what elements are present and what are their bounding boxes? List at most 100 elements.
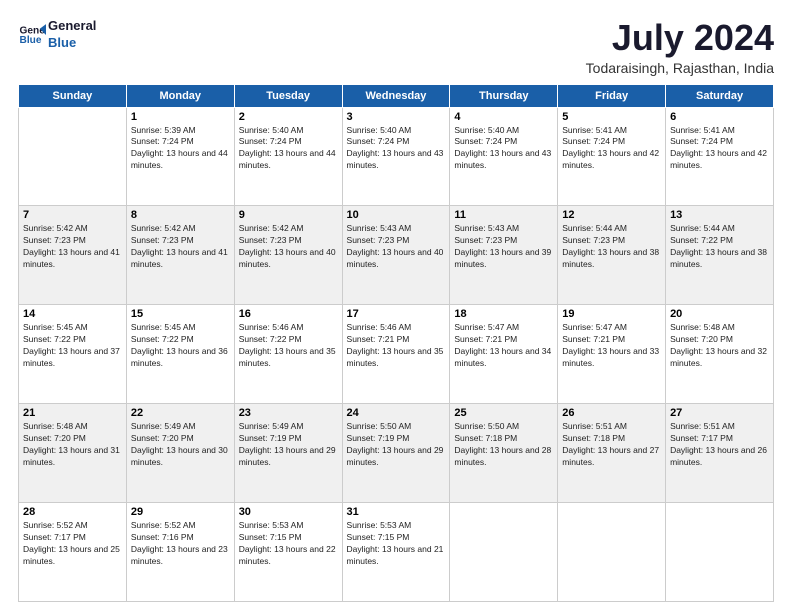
- day-number: 6: [670, 111, 769, 123]
- calendar-week-row: 14 Sunrise: 5:45 AM Sunset: 7:22 PM Dayl…: [19, 305, 774, 404]
- day-number: 17: [347, 308, 446, 320]
- weekday-header: Monday: [126, 84, 234, 107]
- day-info: Sunrise: 5:42 AM Sunset: 7:23 PM Dayligh…: [239, 223, 338, 271]
- calendar-cell: 27 Sunrise: 5:51 AM Sunset: 7:17 PM Dayl…: [666, 404, 774, 503]
- calendar-table: SundayMondayTuesdayWednesdayThursdayFrid…: [18, 84, 774, 602]
- day-number: 26: [562, 407, 661, 419]
- logo-general: General: [48, 18, 96, 35]
- calendar-cell: 14 Sunrise: 5:45 AM Sunset: 7:22 PM Dayl…: [19, 305, 127, 404]
- weekday-header: Thursday: [450, 84, 558, 107]
- day-info: Sunrise: 5:42 AM Sunset: 7:23 PM Dayligh…: [23, 223, 122, 271]
- day-info: Sunrise: 5:44 AM Sunset: 7:22 PM Dayligh…: [670, 223, 769, 271]
- day-info: Sunrise: 5:49 AM Sunset: 7:19 PM Dayligh…: [239, 421, 338, 469]
- calendar-cell: 28 Sunrise: 5:52 AM Sunset: 7:17 PM Dayl…: [19, 503, 127, 602]
- day-info: Sunrise: 5:52 AM Sunset: 7:16 PM Dayligh…: [131, 520, 230, 568]
- day-number: 23: [239, 407, 338, 419]
- day-info: Sunrise: 5:49 AM Sunset: 7:20 PM Dayligh…: [131, 421, 230, 469]
- day-info: Sunrise: 5:41 AM Sunset: 7:24 PM Dayligh…: [670, 125, 769, 173]
- calendar-week-row: 7 Sunrise: 5:42 AM Sunset: 7:23 PM Dayli…: [19, 206, 774, 305]
- logo: General Blue General Blue: [18, 18, 96, 52]
- day-number: 7: [23, 209, 122, 221]
- weekday-header: Saturday: [666, 84, 774, 107]
- day-info: Sunrise: 5:52 AM Sunset: 7:17 PM Dayligh…: [23, 520, 122, 568]
- title-block: July 2024 Todaraisingh, Rajasthan, India: [586, 18, 774, 76]
- calendar-cell: 30 Sunrise: 5:53 AM Sunset: 7:15 PM Dayl…: [234, 503, 342, 602]
- day-number: 16: [239, 308, 338, 320]
- calendar-cell: 9 Sunrise: 5:42 AM Sunset: 7:23 PM Dayli…: [234, 206, 342, 305]
- day-number: 12: [562, 209, 661, 221]
- day-number: 15: [131, 308, 230, 320]
- day-number: 31: [347, 506, 446, 518]
- calendar-cell: 5 Sunrise: 5:41 AM Sunset: 7:24 PM Dayli…: [558, 107, 666, 206]
- day-number: 8: [131, 209, 230, 221]
- day-info: Sunrise: 5:53 AM Sunset: 7:15 PM Dayligh…: [239, 520, 338, 568]
- svg-text:Blue: Blue: [20, 35, 42, 46]
- day-info: Sunrise: 5:53 AM Sunset: 7:15 PM Dayligh…: [347, 520, 446, 568]
- header: General Blue General Blue July 2024 Toda…: [18, 18, 774, 76]
- calendar-cell: 1 Sunrise: 5:39 AM Sunset: 7:24 PM Dayli…: [126, 107, 234, 206]
- calendar-cell: [450, 503, 558, 602]
- day-info: Sunrise: 5:46 AM Sunset: 7:21 PM Dayligh…: [347, 322, 446, 370]
- day-number: 21: [23, 407, 122, 419]
- day-info: Sunrise: 5:41 AM Sunset: 7:24 PM Dayligh…: [562, 125, 661, 173]
- weekday-header: Friday: [558, 84, 666, 107]
- day-number: 20: [670, 308, 769, 320]
- calendar-cell: 19 Sunrise: 5:47 AM Sunset: 7:21 PM Dayl…: [558, 305, 666, 404]
- calendar-cell: 11 Sunrise: 5:43 AM Sunset: 7:23 PM Dayl…: [450, 206, 558, 305]
- calendar-cell: [666, 503, 774, 602]
- day-info: Sunrise: 5:51 AM Sunset: 7:17 PM Dayligh…: [670, 421, 769, 469]
- day-number: 29: [131, 506, 230, 518]
- calendar-cell: 16 Sunrise: 5:46 AM Sunset: 7:22 PM Dayl…: [234, 305, 342, 404]
- day-number: 9: [239, 209, 338, 221]
- day-info: Sunrise: 5:40 AM Sunset: 7:24 PM Dayligh…: [454, 125, 553, 173]
- calendar-cell: 13 Sunrise: 5:44 AM Sunset: 7:22 PM Dayl…: [666, 206, 774, 305]
- calendar-cell: 7 Sunrise: 5:42 AM Sunset: 7:23 PM Dayli…: [19, 206, 127, 305]
- calendar-cell: 2 Sunrise: 5:40 AM Sunset: 7:24 PM Dayli…: [234, 107, 342, 206]
- subtitle: Todaraisingh, Rajasthan, India: [586, 60, 774, 76]
- day-number: 25: [454, 407, 553, 419]
- day-info: Sunrise: 5:43 AM Sunset: 7:23 PM Dayligh…: [347, 223, 446, 271]
- day-info: Sunrise: 5:44 AM Sunset: 7:23 PM Dayligh…: [562, 223, 661, 271]
- calendar-cell: 25 Sunrise: 5:50 AM Sunset: 7:18 PM Dayl…: [450, 404, 558, 503]
- day-info: Sunrise: 5:47 AM Sunset: 7:21 PM Dayligh…: [562, 322, 661, 370]
- page: General Blue General Blue July 2024 Toda…: [0, 0, 792, 612]
- day-number: 30: [239, 506, 338, 518]
- day-info: Sunrise: 5:47 AM Sunset: 7:21 PM Dayligh…: [454, 322, 553, 370]
- weekday-header: Wednesday: [342, 84, 450, 107]
- day-number: 3: [347, 111, 446, 123]
- day-info: Sunrise: 5:39 AM Sunset: 7:24 PM Dayligh…: [131, 125, 230, 173]
- weekday-header: Tuesday: [234, 84, 342, 107]
- calendar-cell: 20 Sunrise: 5:48 AM Sunset: 7:20 PM Dayl…: [666, 305, 774, 404]
- day-info: Sunrise: 5:42 AM Sunset: 7:23 PM Dayligh…: [131, 223, 230, 271]
- day-number: 27: [670, 407, 769, 419]
- calendar-cell: 15 Sunrise: 5:45 AM Sunset: 7:22 PM Dayl…: [126, 305, 234, 404]
- calendar-cell: 4 Sunrise: 5:40 AM Sunset: 7:24 PM Dayli…: [450, 107, 558, 206]
- calendar-cell: 26 Sunrise: 5:51 AM Sunset: 7:18 PM Dayl…: [558, 404, 666, 503]
- calendar-week-row: 1 Sunrise: 5:39 AM Sunset: 7:24 PM Dayli…: [19, 107, 774, 206]
- day-number: 10: [347, 209, 446, 221]
- calendar-cell: 17 Sunrise: 5:46 AM Sunset: 7:21 PM Dayl…: [342, 305, 450, 404]
- calendar-cell: 8 Sunrise: 5:42 AM Sunset: 7:23 PM Dayli…: [126, 206, 234, 305]
- weekday-header: Sunday: [19, 84, 127, 107]
- day-info: Sunrise: 5:50 AM Sunset: 7:18 PM Dayligh…: [454, 421, 553, 469]
- calendar-cell: [19, 107, 127, 206]
- day-number: 11: [454, 209, 553, 221]
- day-number: 18: [454, 308, 553, 320]
- day-info: Sunrise: 5:48 AM Sunset: 7:20 PM Dayligh…: [670, 322, 769, 370]
- calendar-cell: 24 Sunrise: 5:50 AM Sunset: 7:19 PM Dayl…: [342, 404, 450, 503]
- calendar-cell: 3 Sunrise: 5:40 AM Sunset: 7:24 PM Dayli…: [342, 107, 450, 206]
- day-info: Sunrise: 5:40 AM Sunset: 7:24 PM Dayligh…: [239, 125, 338, 173]
- day-info: Sunrise: 5:45 AM Sunset: 7:22 PM Dayligh…: [131, 322, 230, 370]
- calendar-week-row: 21 Sunrise: 5:48 AM Sunset: 7:20 PM Dayl…: [19, 404, 774, 503]
- day-number: 2: [239, 111, 338, 123]
- calendar-cell: 29 Sunrise: 5:52 AM Sunset: 7:16 PM Dayl…: [126, 503, 234, 602]
- calendar-cell: 10 Sunrise: 5:43 AM Sunset: 7:23 PM Dayl…: [342, 206, 450, 305]
- day-number: 14: [23, 308, 122, 320]
- day-number: 24: [347, 407, 446, 419]
- calendar-week-row: 28 Sunrise: 5:52 AM Sunset: 7:17 PM Dayl…: [19, 503, 774, 602]
- day-number: 4: [454, 111, 553, 123]
- calendar-cell: 23 Sunrise: 5:49 AM Sunset: 7:19 PM Dayl…: [234, 404, 342, 503]
- day-info: Sunrise: 5:48 AM Sunset: 7:20 PM Dayligh…: [23, 421, 122, 469]
- day-info: Sunrise: 5:50 AM Sunset: 7:19 PM Dayligh…: [347, 421, 446, 469]
- main-title: July 2024: [586, 18, 774, 58]
